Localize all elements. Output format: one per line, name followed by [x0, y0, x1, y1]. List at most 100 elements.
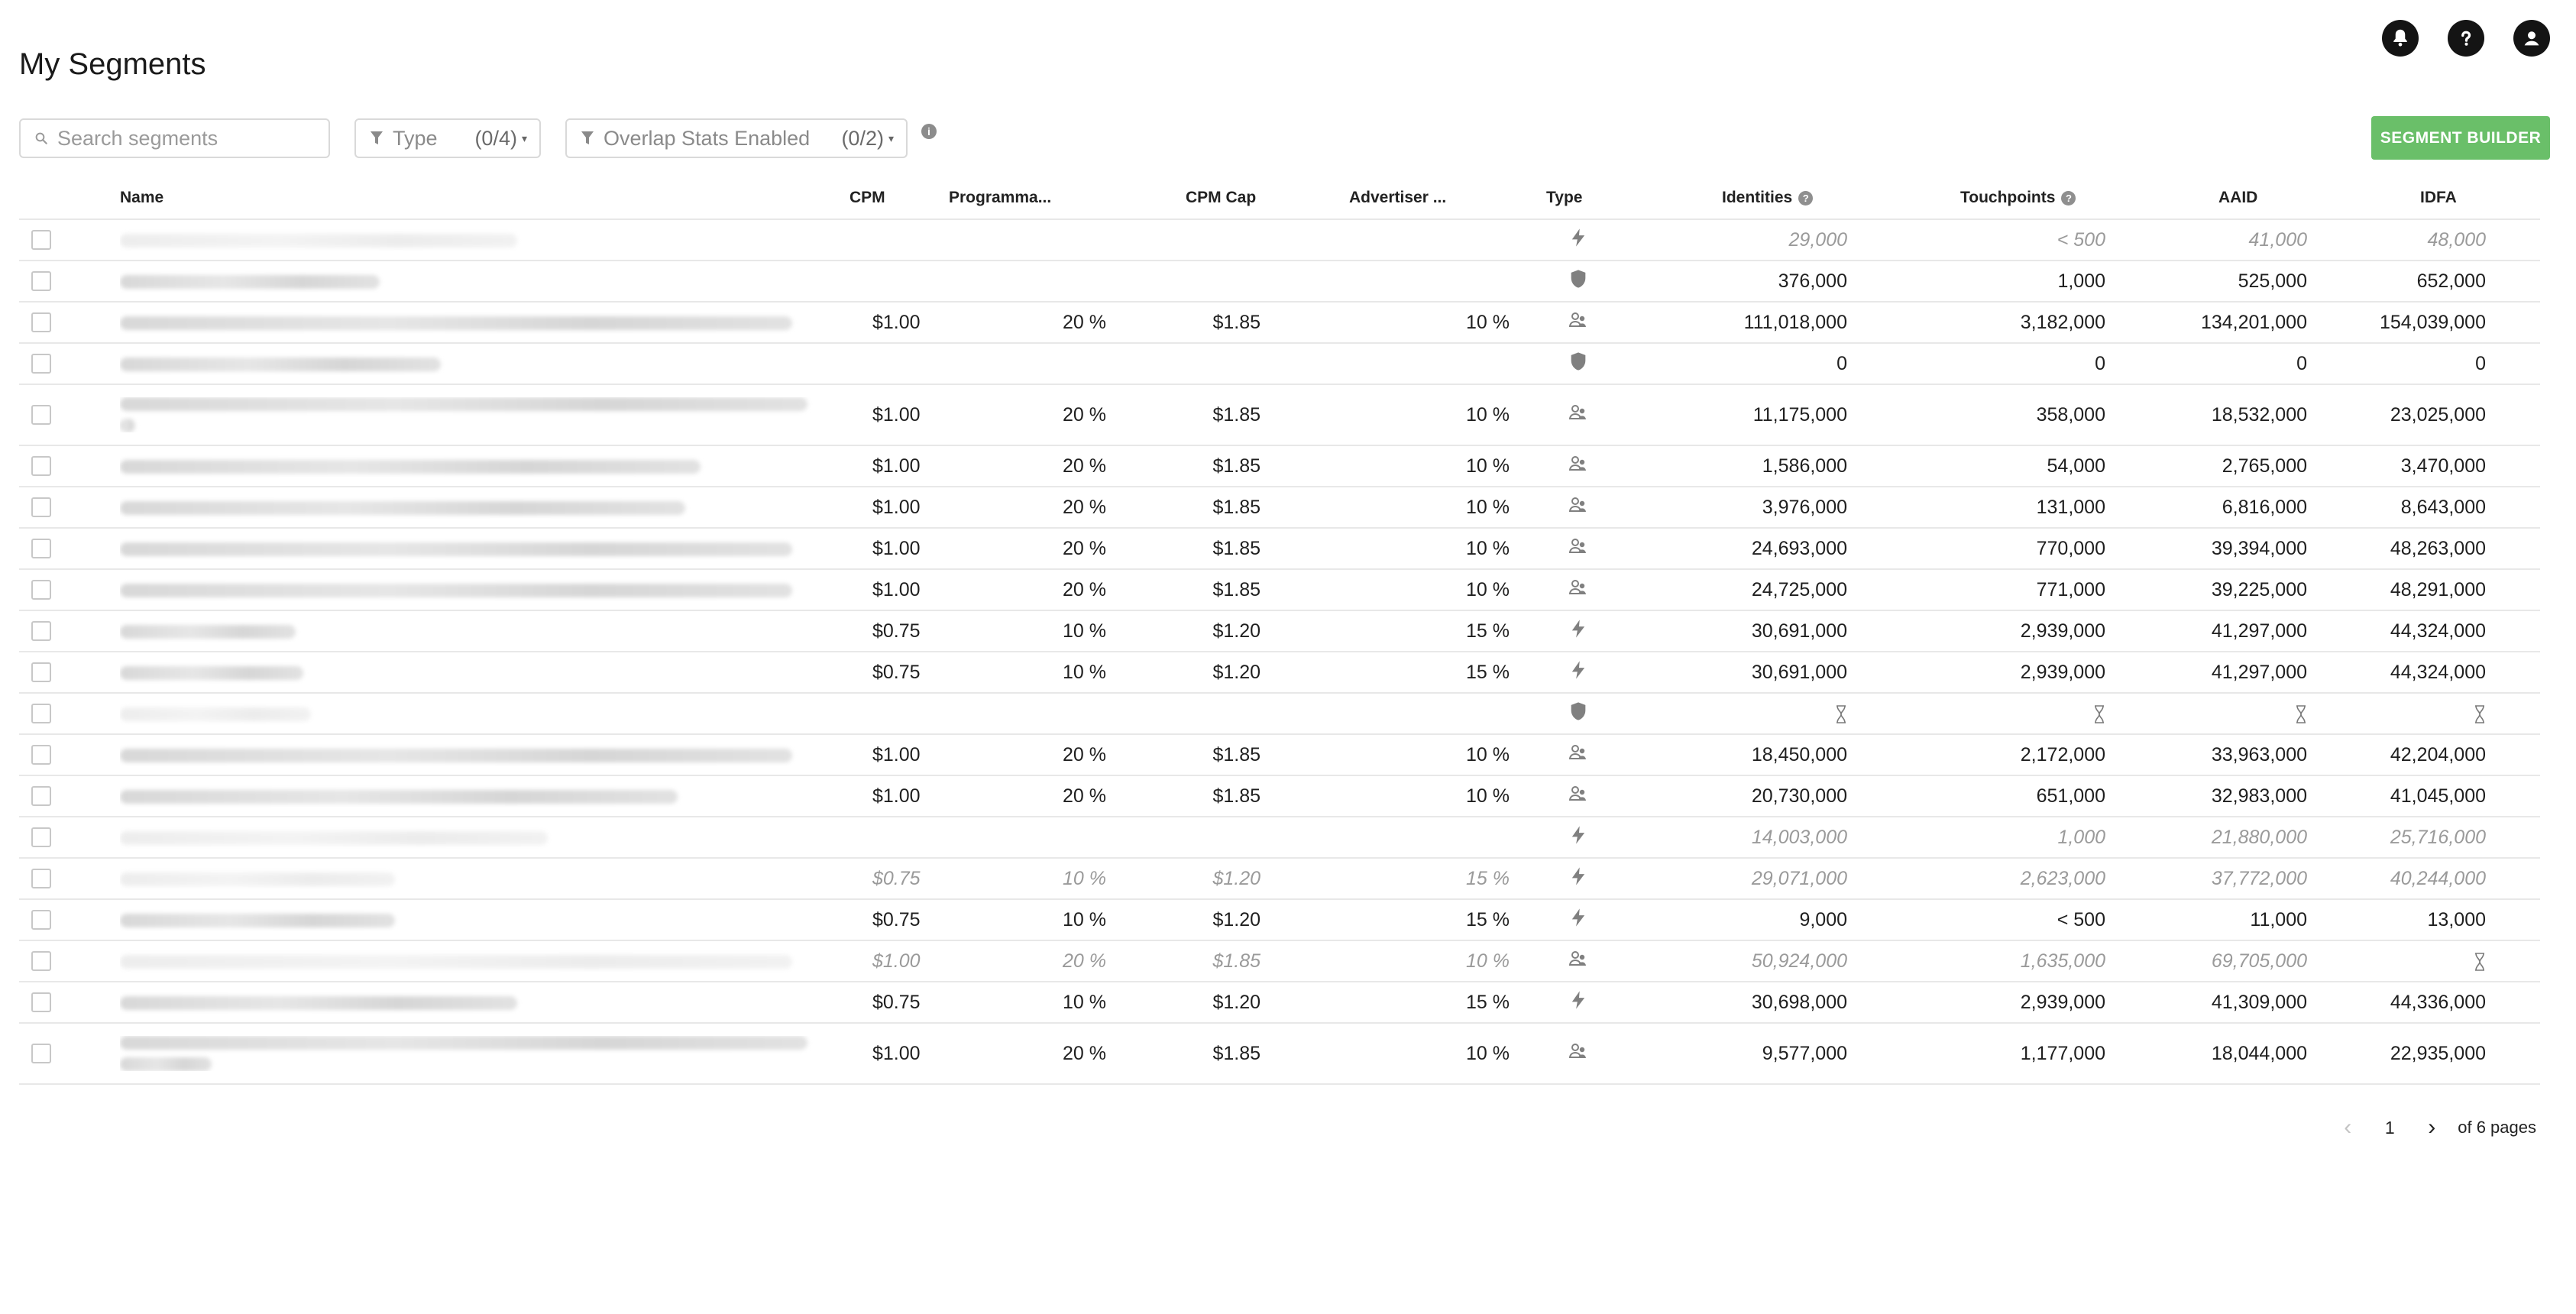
column-header-advertiser[interactable]: Advertiser ... — [1305, 189, 1542, 207]
row-checkbox[interactable] — [31, 745, 51, 765]
table-row[interactable]: $1.00 20 % $1.85 10 % 20,730,000 651,000 32,98… — [19, 776, 2540, 817]
column-header-idfa[interactable]: IDFA — [2313, 189, 2515, 207]
overlap-filter-button[interactable]: Overlap Stats Enabled (0/2) ▾ — [565, 118, 908, 158]
next-page-icon[interactable]: › — [2416, 1112, 2447, 1143]
segment-name-cell[interactable] — [120, 353, 849, 375]
account-icon[interactable] — [2513, 20, 2550, 57]
row-checkbox[interactable] — [31, 827, 51, 847]
column-header-programmatic[interactable]: Programma... — [949, 189, 1152, 207]
cpm-cap-cell: $1.85 — [1212, 403, 1260, 426]
segment-name-cell[interactable] — [120, 868, 849, 890]
row-checkbox[interactable] — [31, 539, 51, 558]
bell-icon[interactable] — [2382, 20, 2419, 57]
segment-name-cell[interactable] — [120, 785, 849, 807]
search-input[interactable] — [57, 126, 317, 150]
table-row[interactable]: $1.00 20 % $1.85 10 % 9,577,000 1,177,000 18,0… — [19, 1024, 2540, 1085]
segment-name-cell[interactable] — [120, 397, 849, 432]
row-checkbox[interactable] — [31, 951, 51, 971]
row-checkbox[interactable] — [31, 1044, 51, 1063]
table-row[interactable]: 29,000 < 500 41,000 48,000 — [19, 220, 2540, 261]
table-row[interactable]: $1.00 20 % $1.85 10 % 11,175,000 358,000 18,53… — [19, 385, 2540, 446]
row-checkbox[interactable] — [31, 662, 51, 682]
table-row[interactable]: $0.75 10 % $1.20 15 % 9,000 < 500 11,000 13,000 — [19, 900, 2540, 941]
segment-name-cell[interactable] — [120, 229, 849, 251]
segment-name-cell[interactable] — [120, 662, 849, 684]
table-row[interactable]: $1.00 20 % $1.85 10 % 24,725,000 771,000 39,22… — [19, 570, 2540, 611]
type-filter-button[interactable]: Type (0/4) ▾ — [354, 118, 541, 158]
segment-name-cell[interactable] — [120, 827, 849, 849]
row-checkbox[interactable] — [31, 271, 51, 291]
table-row[interactable]: 376,000 1,000 525,000 652,000 — [19, 261, 2540, 303]
table-row[interactable]: $0.75 10 % $1.20 15 % 30,691,000 2,939,000 41,… — [19, 611, 2540, 652]
prev-page-icon[interactable]: ‹ — [2332, 1112, 2363, 1143]
row-checkbox[interactable] — [31, 992, 51, 1012]
row-checkbox[interactable] — [31, 312, 51, 332]
column-header-identities[interactable]: Identities? — [1615, 189, 1853, 207]
table-row[interactable]: $0.75 10 % $1.20 15 % 30,691,000 2,939,000 41,… — [19, 652, 2540, 694]
touchpoints-cell: 131,000 — [2036, 496, 2105, 518]
table-row[interactable]: $1.00 20 % $1.85 10 % 1,586,000 54,000 2,765,0… — [19, 446, 2540, 487]
search-box[interactable] — [19, 118, 330, 158]
table-row[interactable]: $0.75 10 % $1.20 15 % 29,071,000 2,623,000 37,… — [19, 859, 2540, 900]
column-header-cpm[interactable]: CPM — [849, 189, 949, 207]
touchpoints-cell: 1,635,000 — [2020, 950, 2105, 972]
column-header-cpm-cap[interactable]: CPM Cap — [1152, 189, 1305, 207]
help-icon[interactable] — [2448, 20, 2484, 57]
programmatic-cell: 20 % — [1063, 455, 1106, 477]
segment-name-cell[interactable] — [120, 992, 849, 1014]
identities-cell: 111,018,000 — [1743, 311, 1847, 333]
page-title: My Segments — [19, 47, 206, 81]
column-header-touchpoints[interactable]: Touchpoints? — [1853, 189, 2112, 207]
aaid-cell: 41,000 — [2248, 228, 2307, 251]
table-row[interactable]: $1.00 20 % $1.85 10 % 3,976,000 131,000 6,816,… — [19, 487, 2540, 529]
programmatic-cell: 10 % — [1063, 620, 1106, 642]
column-header-type[interactable]: Type — [1542, 189, 1615, 207]
caret-down-icon: ▾ — [888, 131, 894, 144]
row-checkbox[interactable] — [31, 580, 51, 600]
column-header-name[interactable]: Name — [120, 189, 849, 207]
type-cell — [1542, 989, 1615, 1016]
table-row[interactable]: 0 0 0 0 — [19, 344, 2540, 385]
row-checkbox[interactable] — [31, 869, 51, 888]
segment-name-cell[interactable] — [120, 620, 849, 642]
shield-icon — [1568, 268, 1589, 295]
cpm-cap-cell: $1.85 — [1212, 578, 1260, 600]
column-header-aaid[interactable]: AAID — [2112, 189, 2313, 207]
table-row[interactable]: $1.00 20 % $1.85 10 % 50,924,000 1,635,000 69,… — [19, 941, 2540, 982]
segment-name-cell[interactable] — [120, 579, 849, 601]
table-row[interactable] — [19, 694, 2540, 735]
info-icon[interactable]: i — [921, 124, 937, 139]
row-checkbox[interactable] — [31, 621, 51, 641]
identities-cell — [1615, 703, 1853, 725]
segment-name-cell[interactable] — [120, 909, 849, 931]
table-row[interactable]: $1.00 20 % $1.85 10 % 24,693,000 770,000 39,39… — [19, 529, 2540, 570]
segment-name-cell[interactable] — [120, 703, 849, 725]
row-checkbox[interactable] — [31, 786, 51, 806]
segment-name-cell[interactable] — [120, 950, 849, 973]
help-circle-icon[interactable]: ? — [1798, 190, 1814, 206]
segment-name-cell[interactable] — [120, 497, 849, 519]
row-checkbox[interactable] — [31, 354, 51, 374]
row-checkbox[interactable] — [31, 405, 51, 425]
table-row[interactable]: 14,003,000 1,000 21,880,000 25,716,000 — [19, 817, 2540, 859]
table-row[interactable]: $0.75 10 % $1.20 15 % 30,698,000 2,939,000 41,… — [19, 982, 2540, 1024]
row-checkbox[interactable] — [31, 704, 51, 723]
segment-name-cell[interactable] — [120, 744, 849, 766]
programmatic-cell: 20 % — [1063, 496, 1106, 518]
segment-name-cell[interactable] — [120, 1036, 849, 1071]
segment-name-cell[interactable] — [120, 455, 849, 477]
table-row[interactable]: $1.00 20 % $1.85 10 % 18,450,000 2,172,000 33,… — [19, 735, 2540, 776]
help-circle-icon[interactable]: ? — [2061, 190, 2076, 206]
segment-name-cell[interactable] — [120, 270, 849, 293]
segment-name-cell[interactable] — [120, 538, 849, 560]
table-row[interactable]: $1.00 20 % $1.85 10 % 111,018,000 3,182,000 13… — [19, 303, 2540, 344]
row-checkbox[interactable] — [31, 497, 51, 517]
current-page-number[interactable]: 1 — [2363, 1118, 2416, 1138]
identities-cell: 376,000 — [1778, 270, 1847, 292]
segment-builder-button[interactable]: SEGMENT BUILDER — [2371, 116, 2550, 160]
hourglass-icon — [2095, 705, 2104, 723]
row-checkbox[interactable] — [31, 230, 51, 250]
row-checkbox[interactable] — [31, 456, 51, 476]
segment-name-cell[interactable] — [120, 312, 849, 334]
row-checkbox[interactable] — [31, 910, 51, 930]
